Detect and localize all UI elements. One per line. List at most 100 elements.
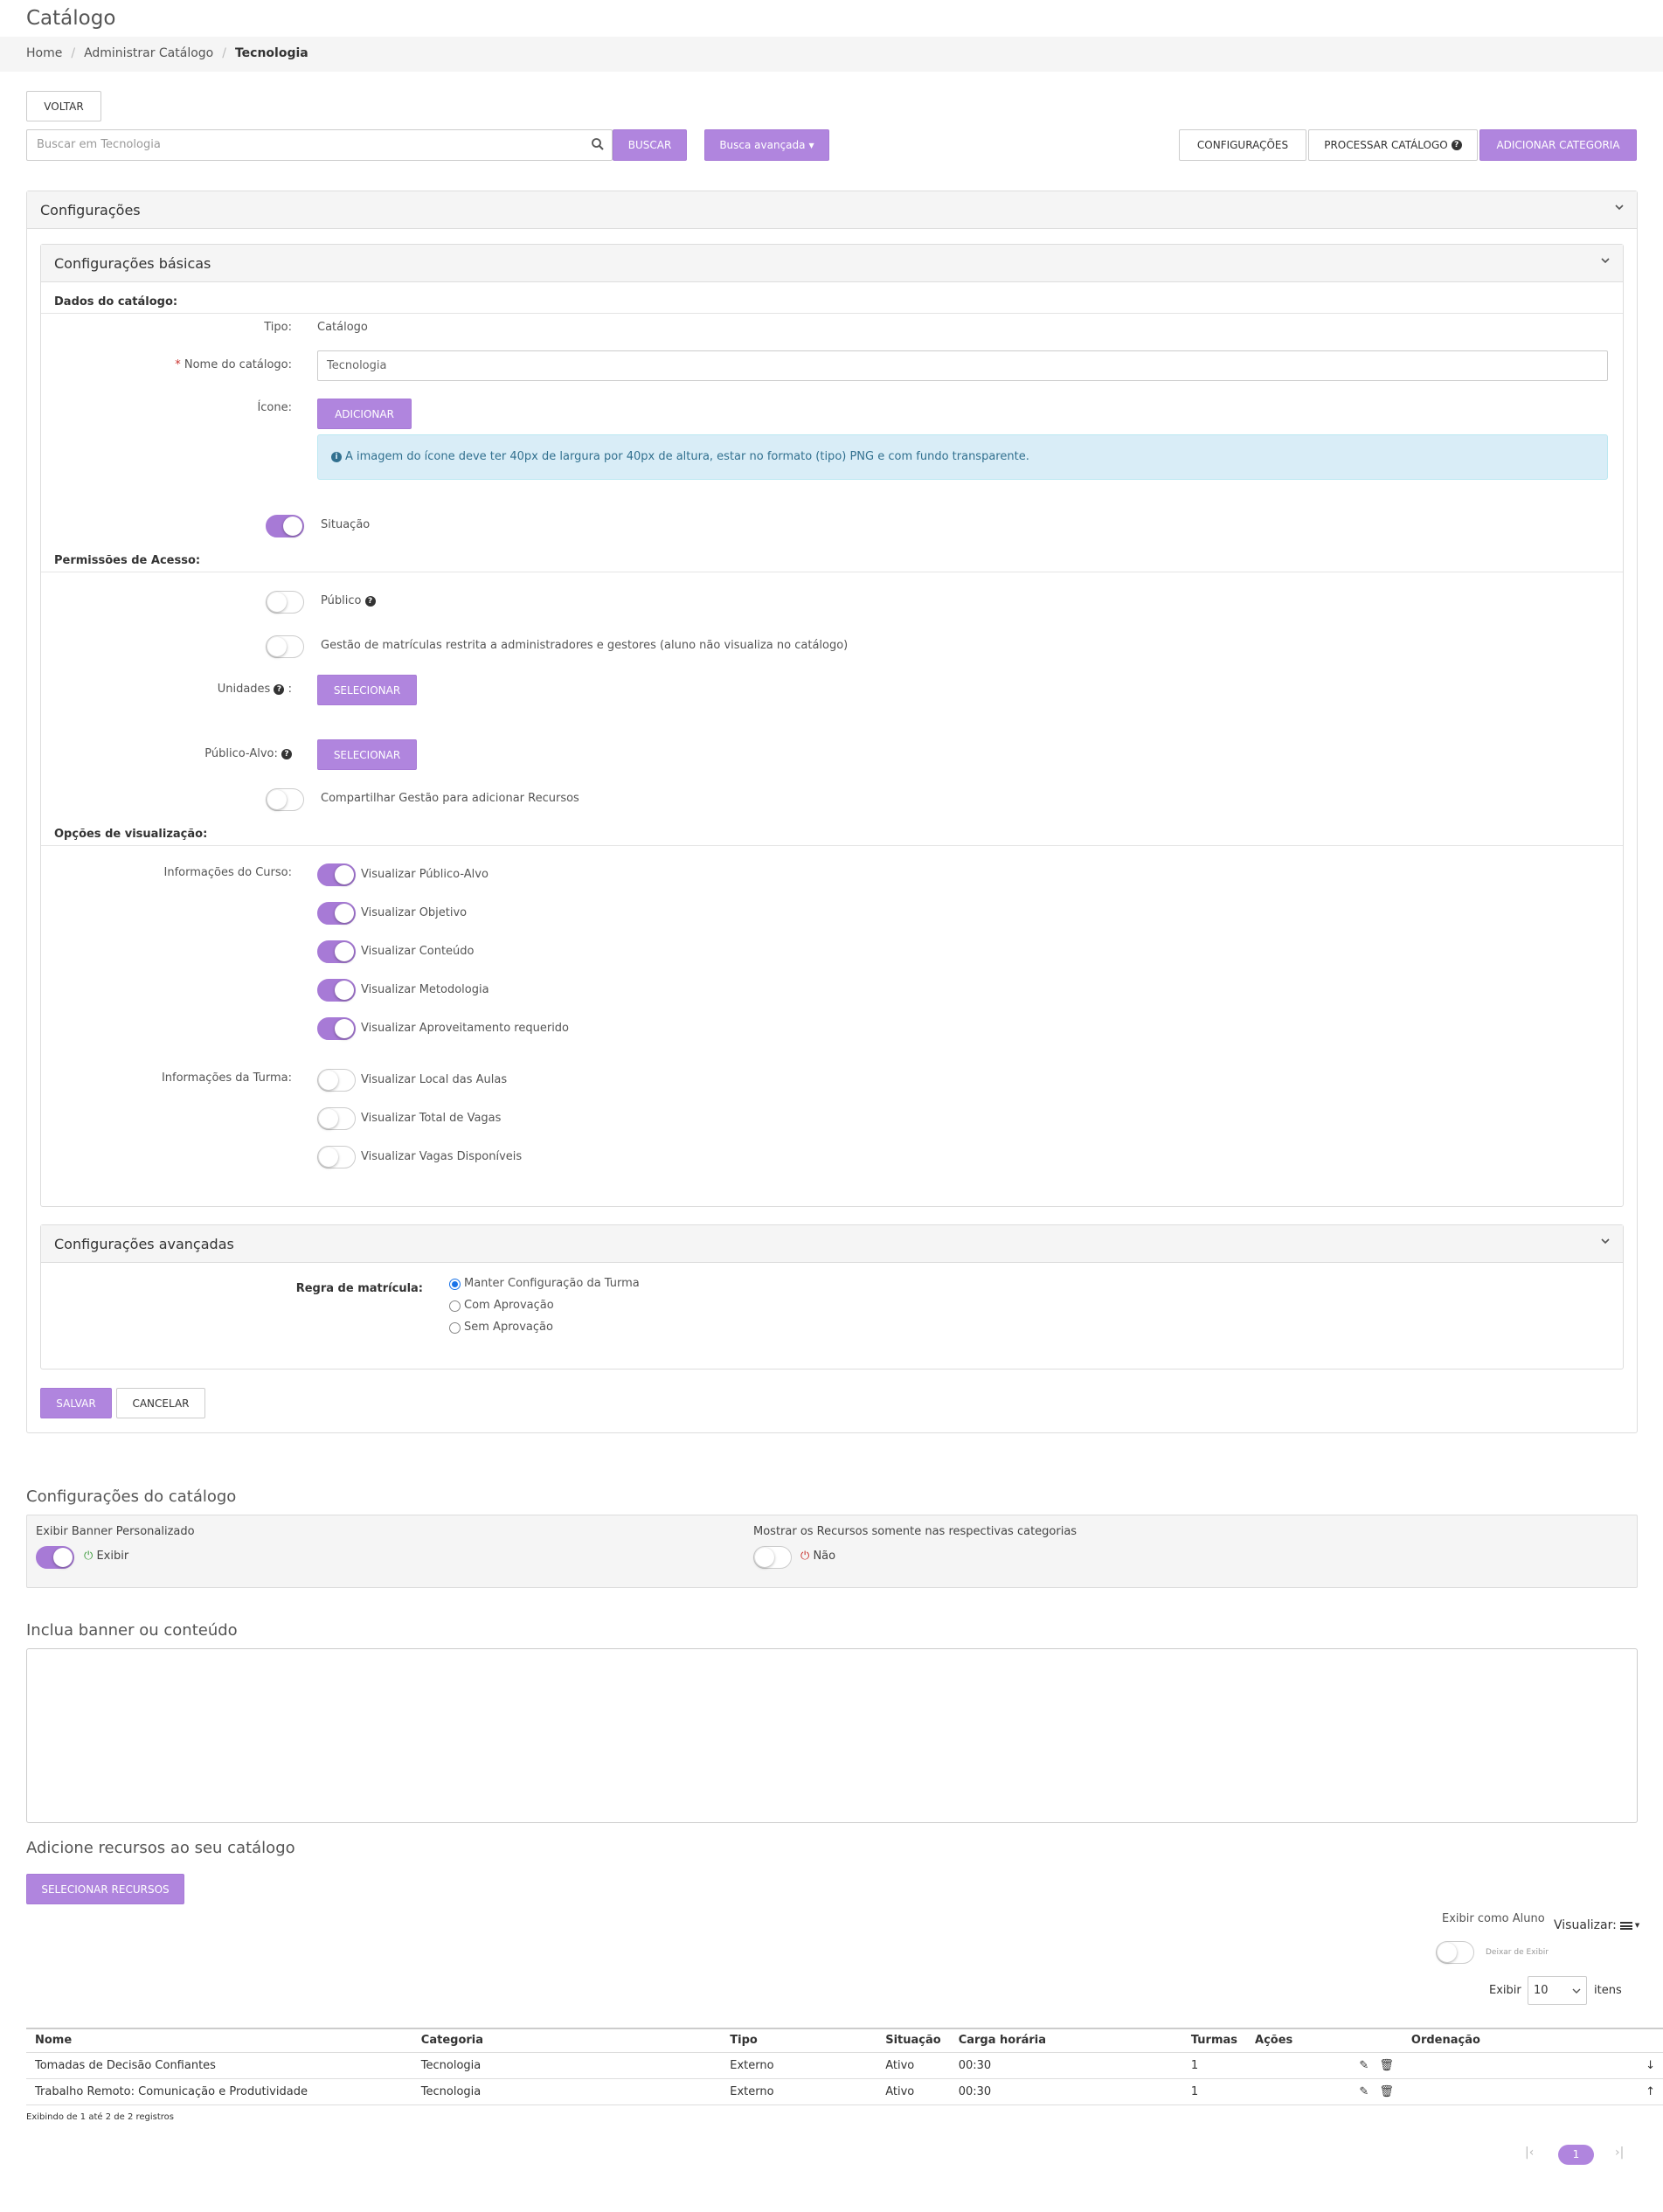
share-management-label: Compartilhar Gestão para adicionar Recur…: [321, 792, 579, 805]
cell-order: ↓: [1402, 2052, 1663, 2079]
class-info-toggle[interactable]: [317, 1146, 356, 1168]
banner-toggle[interactable]: [36, 1546, 74, 1569]
column-header[interactable]: Turmas: [1181, 2028, 1247, 2053]
chevron-down-icon[interactable]: [1614, 202, 1625, 212]
breadcrumb: Home / Administrar Catálogo / Tecnologia: [0, 37, 1663, 72]
cell-order: ↑: [1402, 2078, 1663, 2105]
pagination-current-page[interactable]: 1: [1558, 2145, 1594, 2165]
visualize-control[interactable]: Visualizar: ▼: [1554, 1918, 1639, 1932]
edit-icon[interactable]: ✎: [1359, 2085, 1369, 2098]
advanced-search-label: Busca avançada: [719, 139, 806, 151]
cell-type: Externo: [721, 2078, 877, 2105]
visualize-label: Visualizar:: [1554, 1918, 1617, 1932]
status-toggle[interactable]: [266, 515, 304, 537]
select-resources-button[interactable]: SELECIONAR RECURSOS: [26, 1874, 184, 1904]
basic-config-title: Configurações básicas: [54, 255, 211, 272]
course-info-item-label: Visualizar Conteúdo: [361, 945, 475, 958]
trash-icon[interactable]: 🗑: [1379, 2085, 1394, 2098]
advanced-config-header[interactable]: Configurações avançadas: [41, 1225, 1623, 1263]
back-button[interactable]: VOLTAR: [26, 91, 101, 121]
rule-radio-no-approval[interactable]: [449, 1322, 461, 1334]
audience-select-button[interactable]: SELECIONAR: [317, 739, 417, 770]
rule-option-label: Com Aprovação: [464, 1299, 554, 1312]
course-info-toggle[interactable]: [317, 902, 356, 925]
cell-classes: 1: [1181, 2078, 1247, 2105]
catalog-name-label: * Nome do catálogo:: [54, 358, 292, 371]
rule-radio-keep[interactable]: [449, 1279, 461, 1290]
required-mark: *: [175, 358, 181, 371]
page-size-value: 10: [1534, 1984, 1549, 1997]
icon-info-alert: i A imagem do ícone deve ter 40px de lar…: [317, 434, 1608, 480]
edit-icon[interactable]: ✎: [1359, 2059, 1369, 2072]
search-input[interactable]: Buscar em Tecnologia: [26, 129, 613, 161]
cell-type: Externo: [721, 2052, 877, 2079]
resources-toggle-label: Mostrar os Recursos somente nas respecti…: [753, 1525, 1077, 1538]
search-icon: [592, 138, 604, 150]
column-header: Ações: [1246, 2028, 1403, 2053]
search-button[interactable]: BUSCAR: [613, 129, 687, 161]
chevron-down-icon[interactable]: [1600, 255, 1611, 266]
column-header[interactable]: Situação: [877, 2028, 950, 2053]
advanced-search-button[interactable]: Busca avançada ▼: [704, 129, 829, 161]
power-icon: ⏻: [800, 1550, 810, 1563]
public-label: Público ?: [321, 594, 376, 607]
column-header[interactable]: Categoria: [412, 2028, 722, 2053]
column-header: Ordenação: [1402, 2028, 1663, 2053]
class-info-toggle[interactable]: [317, 1107, 356, 1130]
catalog-name-input[interactable]: Tecnologia: [317, 350, 1608, 381]
course-info-item-label: Visualizar Público-Alvo: [361, 868, 489, 881]
resources-category-toggle[interactable]: [753, 1546, 792, 1569]
configurations-button[interactable]: CONFIGURAÇÕES: [1179, 129, 1306, 161]
table-header-row: Nome Categoria Tipo Situação Carga horár…: [26, 2028, 1663, 2053]
type-label: Tipo:: [264, 321, 292, 334]
student-view-toggle[interactable]: [1436, 1941, 1474, 1964]
course-info-item-label: Visualizar Aproveitamento requerido: [361, 1022, 570, 1035]
units-select-button[interactable]: SELECIONAR: [317, 675, 417, 705]
cell-status: Ativo: [877, 2078, 950, 2105]
cell-actions: ✎ 🗑: [1246, 2078, 1403, 2105]
arrow-down-icon[interactable]: ↓: [1646, 2059, 1655, 2072]
rule-radio-approval[interactable]: [449, 1300, 461, 1312]
basic-config-header[interactable]: Configurações básicas: [41, 245, 1623, 282]
divider: [41, 313, 1623, 314]
column-header[interactable]: Nome: [26, 2028, 412, 2053]
icon-label: Ícone:: [257, 401, 292, 414]
breadcrumb-admin-catalog[interactable]: Administrar Catálogo: [84, 46, 213, 60]
resources-heading: Adicione recursos ao seu catálogo: [26, 1839, 295, 1857]
table-row: Trabalho Remoto: Comunicação e Produtivi…: [26, 2078, 1663, 2105]
course-info-toggle[interactable]: [317, 940, 356, 963]
process-catalog-button[interactable]: PROCESSAR CATÁLOGO ?: [1308, 129, 1478, 161]
course-info-label: Informações do Curso:: [163, 866, 292, 879]
page-size-select[interactable]: 10: [1528, 1976, 1587, 2005]
public-toggle[interactable]: [266, 591, 304, 614]
configurations-panel-header[interactable]: Configurações: [27, 191, 1637, 229]
catalog-name-value: Tecnologia: [327, 359, 387, 372]
cancel-button[interactable]: CANCELAR: [116, 1388, 205, 1418]
arrow-up-icon[interactable]: ↑: [1646, 2085, 1655, 2098]
course-info-toggle[interactable]: [317, 1017, 356, 1040]
restricted-enrollment-label: Gestão de matrículas restrita a administ…: [321, 639, 849, 652]
column-header[interactable]: Tipo: [721, 2028, 877, 2053]
table-row: Tomadas de Decisão Confiantes Tecnologia…: [26, 2052, 1663, 2079]
save-button[interactable]: SALVAR: [40, 1388, 112, 1418]
trash-icon[interactable]: 🗑: [1379, 2059, 1394, 2072]
chevron-down-icon[interactable]: [1600, 1236, 1611, 1246]
course-info-toggle[interactable]: [317, 979, 356, 1002]
breadcrumb-separator: /: [71, 46, 76, 60]
divider: [41, 845, 1623, 846]
banner-toggle-label: Exibir Banner Personalizado: [36, 1525, 195, 1538]
course-info-toggle[interactable]: [317, 863, 356, 886]
chevron-down-icon: [1572, 1988, 1581, 1994]
restricted-enrollment-toggle[interactable]: [266, 635, 304, 658]
breadcrumb-home[interactable]: Home: [26, 46, 62, 60]
share-management-toggle[interactable]: [266, 788, 304, 811]
add-category-button[interactable]: ADICIONAR CATEGORIA: [1479, 129, 1637, 161]
column-header[interactable]: Carga horária: [949, 2028, 1182, 2053]
last-page-icon[interactable]: ›|: [1615, 2146, 1624, 2160]
banner-content-editor[interactable]: [26, 1648, 1638, 1823]
first-page-icon[interactable]: |‹: [1525, 2146, 1534, 2160]
breadcrumb-current: Tecnologia: [234, 46, 308, 60]
add-icon-button[interactable]: ADICIONAR: [317, 399, 412, 429]
class-info-toggle[interactable]: [317, 1069, 356, 1092]
advanced-config-panel: Configurações avançadas: [40, 1224, 1624, 1369]
